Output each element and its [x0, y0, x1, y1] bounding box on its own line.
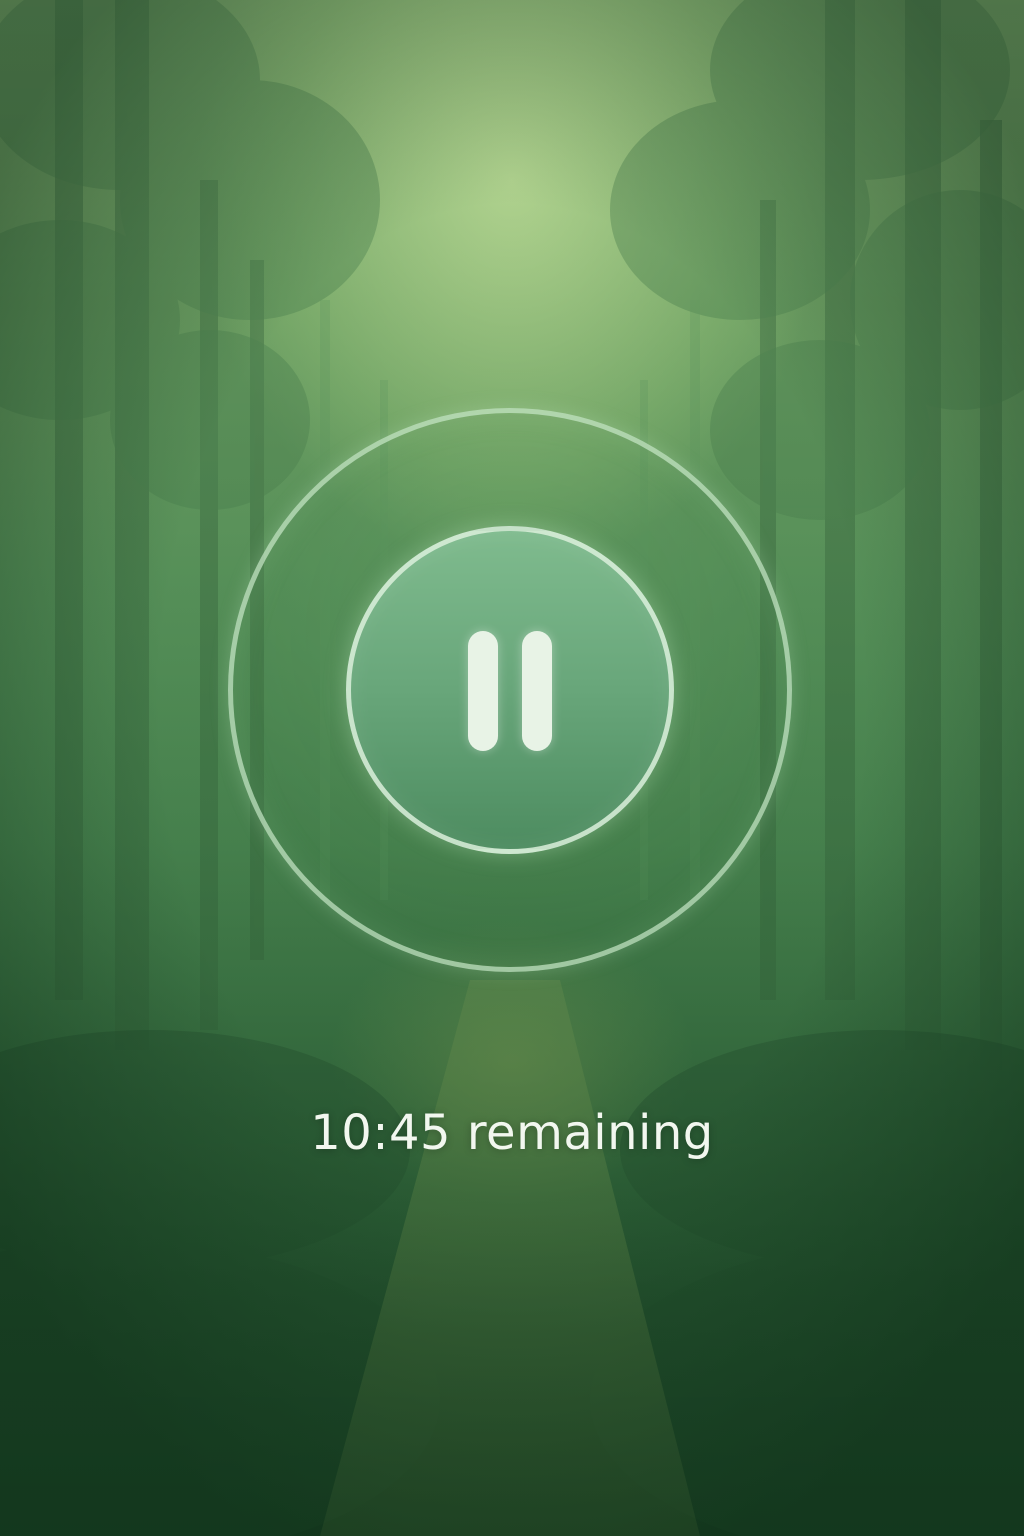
time-remaining-label: 10:45 remaining — [310, 1105, 714, 1161]
pause-icon-right-bar — [522, 631, 552, 751]
pause-button[interactable] — [346, 526, 674, 854]
pause-icon-left-bar — [468, 631, 498, 751]
meditation-player-screen: 10:45 remaining — [0, 0, 1024, 1536]
